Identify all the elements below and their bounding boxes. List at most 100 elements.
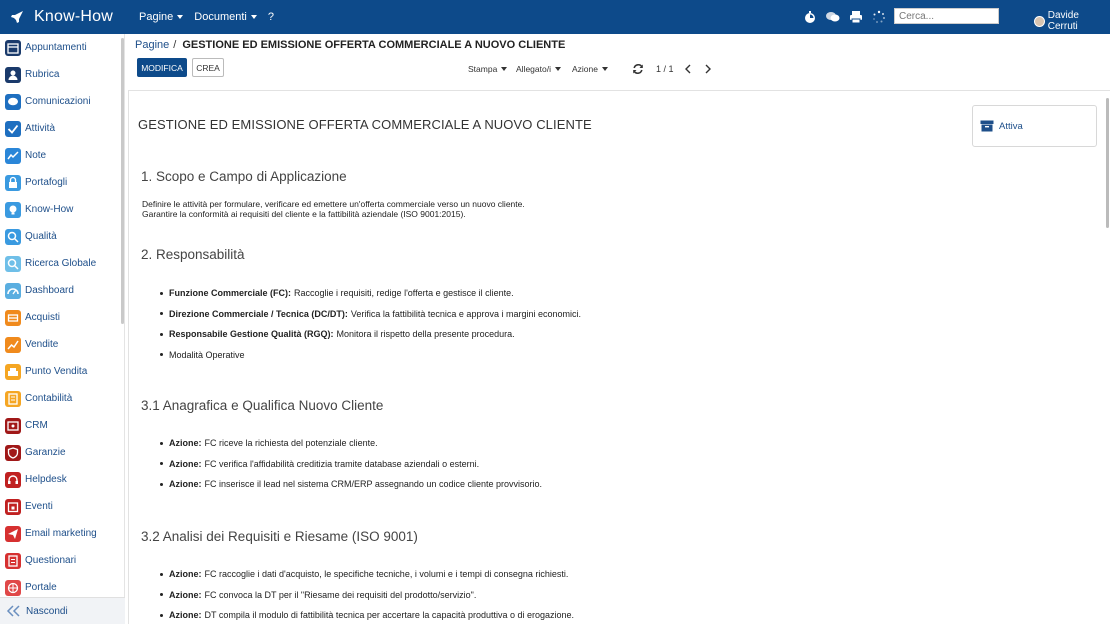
crm-icon bbox=[5, 417, 21, 434]
lock-icon bbox=[5, 174, 21, 191]
sidebar-item-vendite[interactable]: Vendite bbox=[0, 331, 122, 358]
bulb-icon bbox=[5, 201, 21, 218]
nav-documenti[interactable]: Documenti bbox=[194, 11, 257, 23]
list-item-label: Funzione Commerciale (FC): bbox=[169, 288, 292, 298]
bullet bbox=[160, 332, 163, 336]
sidebar-item-label: Punto Vendita bbox=[25, 366, 88, 377]
top-bar: Know-How Pagine Documenti ? Davide Cerru… bbox=[0, 0, 1110, 34]
sidebar-item-questionari[interactable]: Questionari bbox=[0, 547, 122, 574]
nav-documenti-label: Documenti bbox=[194, 11, 247, 23]
list-item-text: FC riceve la richiesta del potenziale cl… bbox=[204, 438, 378, 448]
list-item-text: FC raccoglie i dati d'acquisto, le speci… bbox=[204, 569, 569, 579]
chat-icon bbox=[5, 93, 21, 110]
pager: 1 / 1 bbox=[632, 63, 712, 75]
list-item-label: Azione: bbox=[169, 589, 202, 600]
nav-help[interactable]: ? bbox=[268, 11, 274, 23]
sidebar-item-acquisti[interactable]: Acquisti bbox=[0, 304, 122, 331]
allegati-dropdown[interactable]: Allegato/i bbox=[516, 64, 561, 74]
modifica-button[interactable]: MODIFICA bbox=[137, 58, 187, 77]
list-item: Azione: FC raccoglie i dati d'acquisto, l… bbox=[160, 569, 568, 579]
crea-button[interactable]: CREA bbox=[192, 58, 224, 77]
list-item: Azione: FC convoca la DT per il "Riesame … bbox=[160, 590, 476, 600]
survey-icon bbox=[5, 552, 21, 569]
bullet bbox=[160, 572, 163, 576]
caret-down-icon bbox=[501, 67, 508, 71]
list-item: Modalità Operative bbox=[160, 350, 245, 360]
nav-pagine[interactable]: Pagine bbox=[139, 11, 184, 23]
print-icon[interactable] bbox=[848, 9, 863, 24]
bullet bbox=[160, 291, 163, 295]
chevron-left-icon[interactable] bbox=[684, 64, 692, 74]
avatar bbox=[1034, 15, 1045, 27]
nav-help-label: ? bbox=[267, 11, 274, 23]
chart-icon bbox=[5, 336, 21, 353]
dashboard-icon bbox=[5, 282, 21, 299]
list-item-label: Azione: bbox=[169, 610, 202, 620]
sidebar-item-contabilità[interactable]: Contabilità bbox=[0, 385, 122, 412]
caret-down-icon bbox=[602, 67, 608, 71]
breadcrumb-pagine-link[interactable]: Pagine bbox=[135, 39, 169, 51]
sidebar-item-punto-vendita[interactable]: Punto Vendita bbox=[0, 358, 122, 385]
list-item-text: Raccoglie i requisiti, redige l'offerta … bbox=[294, 288, 514, 298]
archive-icon bbox=[980, 120, 994, 132]
user-menu[interactable]: Davide Cerruti bbox=[1034, 10, 1110, 32]
bullet bbox=[160, 312, 163, 315]
list-item-text: Modalità Operative bbox=[169, 349, 245, 360]
sidebar-collapse-label: Nascondi bbox=[26, 605, 68, 617]
sidebar-item-dashboard[interactable]: Dashboard bbox=[0, 277, 122, 304]
bullet bbox=[160, 593, 163, 596]
brand[interactable]: Know-How bbox=[0, 8, 125, 26]
sidebar-item-rubrica[interactable]: Rubrica bbox=[0, 61, 122, 88]
content-scrollbar[interactable] bbox=[1106, 98, 1109, 228]
sidebar-item-label: Contabilità bbox=[25, 393, 73, 404]
sidebar-item-garanzie[interactable]: Garanzie bbox=[0, 439, 122, 466]
section-heading-analisi: 3.2 Analisi dei Requisiti e Riesame (ISO… bbox=[141, 529, 418, 544]
sidebar-item-ricerca-globale[interactable]: Ricerca Globale bbox=[0, 250, 122, 277]
sidebar-item-helpdesk[interactable]: Helpdesk bbox=[0, 466, 122, 493]
chevron-right-icon[interactable] bbox=[704, 64, 712, 74]
event-icon bbox=[5, 498, 21, 515]
sidebar-item-label: Vendite bbox=[25, 339, 59, 350]
azione-dropdown[interactable]: Azione bbox=[572, 64, 608, 74]
sidebar-item-label: Garanzie bbox=[25, 447, 66, 458]
section-text-line: Garantire la conformità ai requisiti del… bbox=[142, 209, 466, 219]
chat-icon[interactable] bbox=[825, 9, 840, 24]
sidebar-scrollbar[interactable] bbox=[121, 38, 124, 324]
sidebar-item-label: Ricerca Globale bbox=[25, 258, 97, 269]
caret-down-icon bbox=[554, 67, 561, 71]
stampa-label: Stampa bbox=[468, 64, 498, 74]
stampa-dropdown[interactable]: Stampa bbox=[468, 64, 508, 74]
bullet bbox=[160, 613, 163, 617]
sidebar-item-comunicazioni[interactable]: Comunicazioni bbox=[0, 88, 122, 115]
sidebar-item-appuntamenti[interactable]: Appuntamenti bbox=[0, 34, 122, 61]
sidebar-item-attività[interactable]: Attività bbox=[0, 115, 122, 142]
sidebar-item-label: Helpdesk bbox=[25, 474, 67, 485]
ledger-icon bbox=[5, 390, 21, 407]
list-item-text: FC verifica l'affidabilità creditizia tr… bbox=[204, 458, 480, 469]
sidebar-item-eventi[interactable]: Eventi bbox=[0, 493, 122, 520]
sidebar-item-label: Appuntamenti bbox=[25, 42, 87, 53]
search-input[interactable] bbox=[894, 8, 999, 24]
list-item-text: Monitora il rispetto della presente proc… bbox=[336, 329, 515, 339]
calendar-icon bbox=[5, 39, 21, 56]
sidebar-item-email-marketing[interactable]: Email marketing bbox=[0, 520, 122, 547]
sidebar-item-note[interactable]: Note bbox=[0, 142, 122, 169]
check-icon bbox=[5, 120, 21, 137]
sidebar-item-qualità[interactable]: Qualità bbox=[0, 223, 122, 250]
shield-icon bbox=[5, 444, 21, 461]
list-item: Responsabile Gestione Qualità (RGQ): Moni… bbox=[160, 329, 515, 339]
timer-icon[interactable] bbox=[802, 9, 817, 24]
sidebar-item-label: CRM bbox=[25, 420, 48, 431]
list-item-label: Direzione Commerciale / Tecnica (DC/DT): bbox=[169, 308, 348, 319]
refresh-icon[interactable] bbox=[632, 63, 644, 75]
section-heading-responsabilita: 2. Responsabilità bbox=[141, 247, 245, 262]
sidebar-item-crm[interactable]: CRM bbox=[0, 412, 122, 439]
sidebar-item-know-how[interactable]: Know-How bbox=[0, 196, 122, 223]
sidebar-item-label: Know-How bbox=[25, 204, 74, 215]
sidebar-item-label: Qualità bbox=[25, 231, 57, 242]
sidebar-collapse-button[interactable]: Nascondi bbox=[0, 597, 125, 624]
document-title: GESTIONE ED EMISSIONE OFFERTA COMMERCIAL… bbox=[138, 117, 592, 132]
list-item-label: Azione: bbox=[169, 438, 202, 448]
sidebar-item-portafogli[interactable]: Portafogli bbox=[0, 169, 122, 196]
list-item-label: Azione: bbox=[169, 569, 202, 579]
